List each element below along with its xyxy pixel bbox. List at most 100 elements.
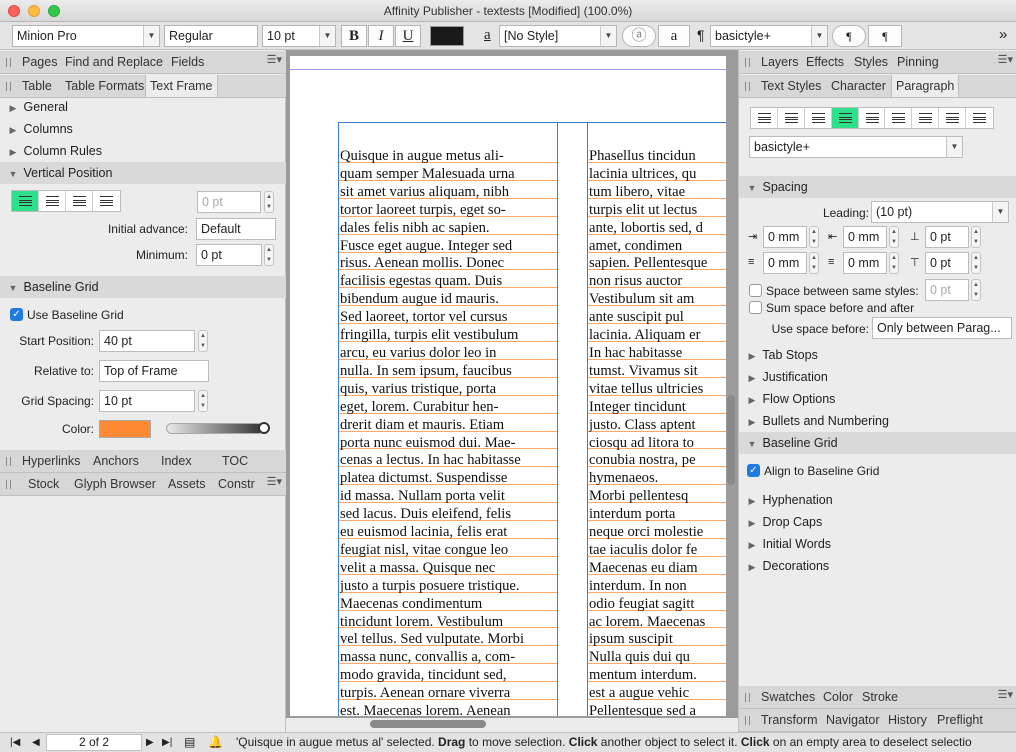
tab-styles[interactable]: Styles — [854, 51, 888, 73]
font-size-select[interactable]: 10 pt ▼ — [262, 25, 336, 47]
tab-color[interactable]: Color — [823, 686, 853, 708]
tab-stock[interactable]: Stock — [28, 473, 59, 495]
section-drop-caps[interactable]: ▶ Drop Caps — [745, 511, 823, 533]
tab-pages[interactable]: Pages — [22, 51, 57, 73]
document-page[interactable]: Quisque in augue metus ali-quam semper M… — [290, 56, 726, 716]
use-baseline-grid-checkbox[interactable]: ✓ — [10, 308, 23, 321]
justify-center-button[interactable] — [859, 108, 886, 128]
last-line-indent-field[interactable]: 0 mm — [843, 252, 887, 274]
clear-paragraph-style-button[interactable]: ¶ — [832, 25, 866, 47]
last-line-indent-stepper[interactable]: ▲ ▼ — [889, 252, 899, 274]
section-column-rules[interactable]: ▶ Column Rules — [6, 140, 102, 162]
section-spacing[interactable]: ▼ Spacing — [745, 176, 808, 198]
sum-space-checkbox[interactable] — [749, 301, 762, 314]
justify-right-button[interactable] — [885, 108, 913, 128]
grip-icon[interactable] — [6, 82, 11, 91]
underline-button[interactable]: U — [395, 25, 421, 47]
align-baseline-checkbox[interactable]: ✓ — [747, 464, 760, 477]
previous-page-icon[interactable]: ◀ — [32, 733, 40, 752]
grid-spacing-stepper[interactable]: ▲ ▼ — [198, 390, 208, 412]
leading-select[interactable]: (10 pt) ▼ — [871, 201, 1009, 223]
section-initial-words[interactable]: ▶ Initial Words — [745, 533, 832, 555]
section-columns[interactable]: ▶ Columns — [6, 118, 73, 140]
minimize-window-icon[interactable] — [28, 5, 40, 17]
align-towards-spine-button[interactable] — [939, 108, 967, 128]
start-position-stepper[interactable]: ▲ ▼ — [198, 330, 208, 352]
grid-spacing-field[interactable]: 10 pt — [99, 390, 195, 412]
space-same-styles-checkbox[interactable] — [749, 284, 762, 297]
space-after-field[interactable]: 0 pt — [925, 252, 969, 274]
grip-icon[interactable] — [6, 457, 11, 466]
tab-glyph-browser[interactable]: Glyph Browser — [74, 473, 156, 495]
paragraph-style-select[interactable]: basictyle+ ▼ — [710, 25, 828, 47]
opacity-slider[interactable] — [166, 423, 264, 434]
right-indent-field[interactable]: 0 mm — [843, 226, 887, 248]
align-bottom-button[interactable] — [66, 191, 93, 211]
tab-assets[interactable]: Assets — [168, 473, 206, 495]
tab-index[interactable]: Index — [161, 450, 192, 472]
tab-find-replace[interactable]: Find and Replace — [65, 51, 163, 73]
panel-menu-icon[interactable]: ☰▾ — [998, 53, 1013, 66]
justify-all-button[interactable] — [912, 108, 940, 128]
tab-table-formats[interactable]: Table Formats — [65, 75, 144, 97]
section-justification[interactable]: ▶ Justification — [745, 366, 828, 388]
panel-menu-icon[interactable]: ☰▾ — [998, 688, 1013, 701]
vertical-scrollbar[interactable] — [727, 395, 735, 485]
text-column-1[interactable]: Quisque in augue metus ali-quam semper M… — [340, 148, 556, 716]
first-page-icon[interactable]: |◀ — [10, 733, 20, 752]
initial-advance-select[interactable]: Default — [196, 218, 276, 240]
text-column-2[interactable]: Phasellus tincidun lacinia ultrices, qu tu… — [589, 148, 726, 716]
character-style-select[interactable]: [No Style] ▼ — [499, 25, 617, 47]
alert-bell-icon[interactable]: 🔔 — [208, 733, 223, 752]
font-style-select[interactable]: Regular — [164, 25, 258, 47]
space-before-stepper[interactable]: ▲ ▼ — [971, 226, 981, 248]
opacity-slider-handle[interactable] — [258, 422, 270, 434]
clear-character-style-button[interactable]: ⓐ — [622, 25, 656, 47]
tab-hyperlinks[interactable]: Hyperlinks — [22, 450, 80, 472]
tab-layers[interactable]: Layers — [761, 51, 799, 73]
section-bullets-numbering[interactable]: ▶ Bullets and Numbering — [745, 410, 889, 432]
horizontal-scrollbar[interactable] — [370, 720, 486, 728]
paragraph-formatting-button[interactable]: ¶ — [868, 25, 902, 47]
tab-table[interactable]: Table — [22, 75, 52, 97]
tab-pinning[interactable]: Pinning — [897, 51, 939, 73]
section-flow-options[interactable]: ▶ Flow Options — [745, 388, 836, 410]
align-away-spine-button[interactable] — [966, 108, 993, 128]
vertical-offset-field[interactable]: 0 pt — [197, 191, 261, 213]
tab-preflight[interactable]: Preflight — [937, 709, 983, 731]
zoom-window-icon[interactable] — [48, 5, 60, 17]
panel-menu-icon[interactable]: ☰▾ — [267, 53, 282, 66]
section-vertical-position[interactable]: ▼ Vertical Position — [6, 162, 113, 184]
tab-text-frame[interactable]: Text Frame — [145, 75, 218, 97]
section-general[interactable]: ▶ General — [6, 96, 68, 118]
tab-history[interactable]: History — [888, 709, 927, 731]
left-indent-field[interactable]: 0 mm — [763, 226, 807, 248]
tab-navigator[interactable]: Navigator — [826, 709, 880, 731]
align-right-button[interactable] — [805, 108, 832, 128]
tab-effects[interactable]: Effects — [806, 51, 844, 73]
first-line-indent-field[interactable]: 0 mm — [763, 252, 807, 274]
close-window-icon[interactable] — [8, 5, 20, 17]
bold-button[interactable]: B — [341, 25, 367, 47]
align-left-button[interactable] — [751, 108, 778, 128]
italic-button[interactable]: I — [368, 25, 394, 47]
grip-icon[interactable] — [6, 480, 11, 489]
grip-icon[interactable] — [6, 58, 11, 67]
tab-constraints[interactable]: Constr — [218, 473, 255, 495]
page-view-icon[interactable]: ▤ — [184, 733, 195, 752]
tab-transform[interactable]: Transform — [761, 709, 818, 731]
grip-icon[interactable] — [745, 716, 750, 725]
font-family-select[interactable]: Minion Pro ▼ — [12, 25, 160, 47]
panel-menu-icon[interactable]: ☰▾ — [267, 475, 282, 488]
grip-icon[interactable] — [745, 58, 750, 67]
tab-text-styles[interactable]: Text Styles — [761, 75, 821, 97]
right-indent-stepper[interactable]: ▲ ▼ — [889, 226, 899, 248]
align-center-button[interactable] — [39, 191, 66, 211]
tab-fields[interactable]: Fields — [171, 51, 204, 73]
align-top-button[interactable] — [12, 191, 39, 211]
space-after-stepper[interactable]: ▲ ▼ — [971, 252, 981, 274]
space-before-field[interactable]: 0 pt — [925, 226, 969, 248]
last-page-icon[interactable]: ▶| — [162, 733, 172, 752]
baseline-color-swatch[interactable] — [99, 420, 151, 438]
section-hyphenation[interactable]: ▶ Hyphenation — [745, 489, 833, 511]
